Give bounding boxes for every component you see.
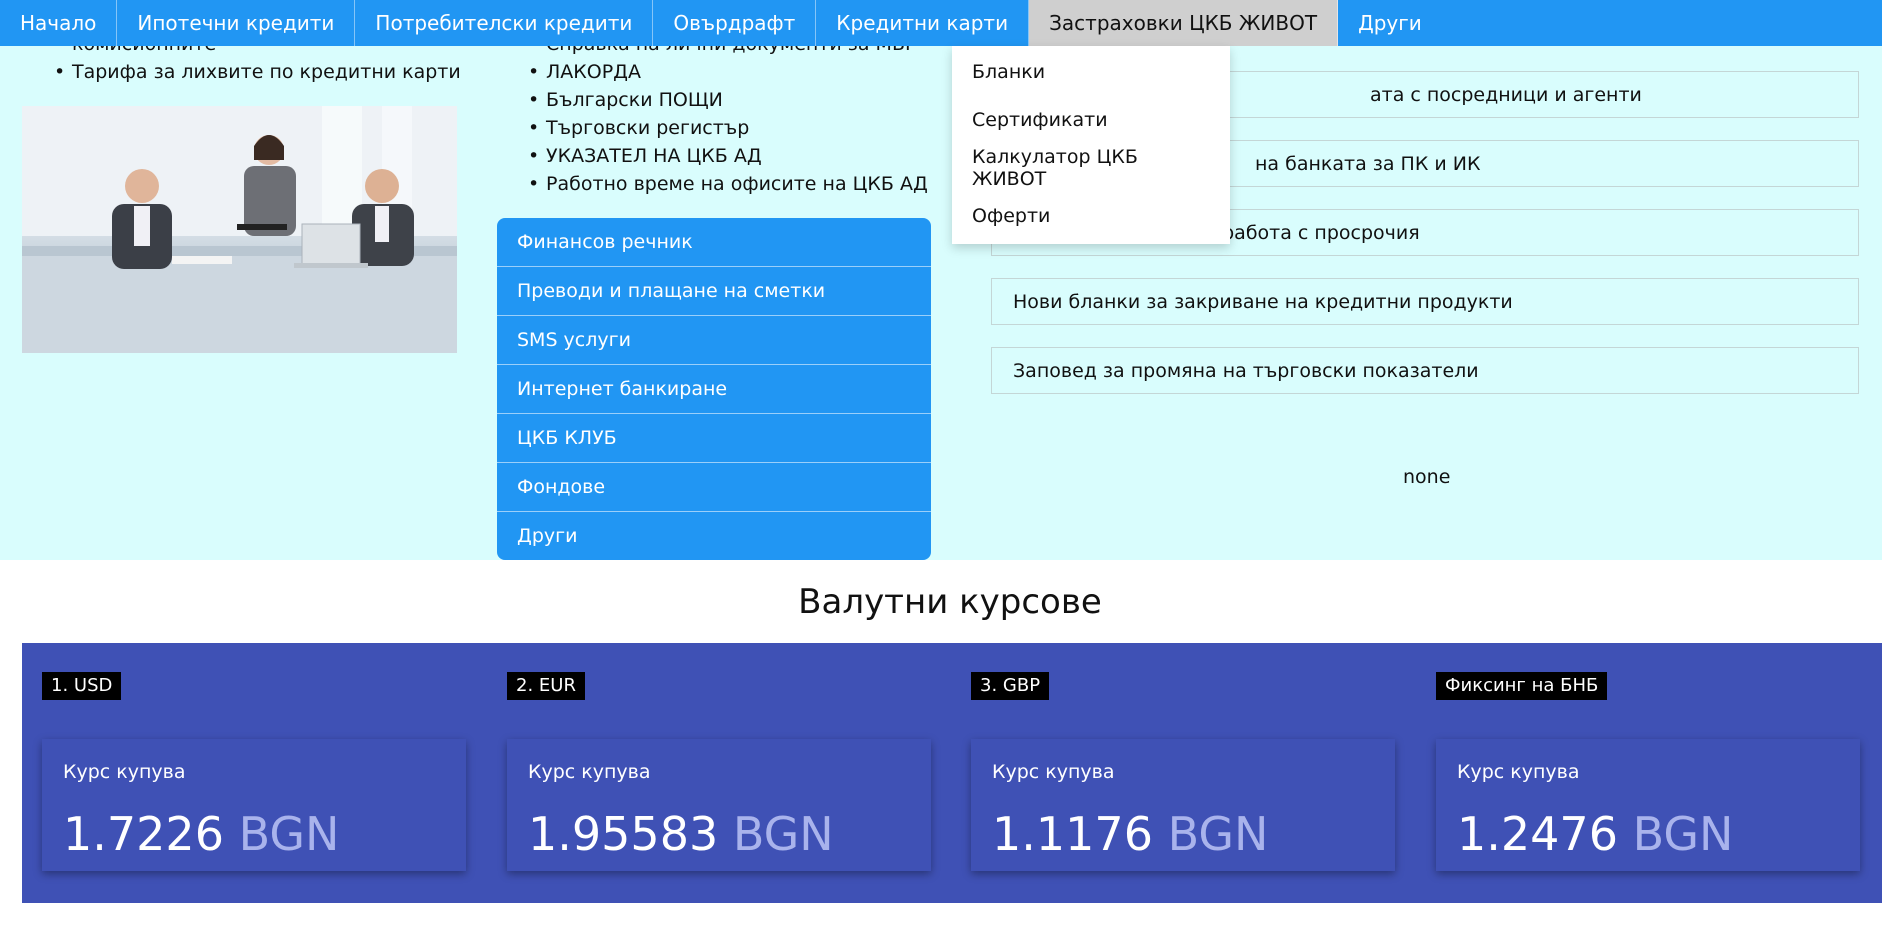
- fx-rate-label: Курс купува: [528, 761, 651, 783]
- nav-item-home[interactable]: Начало: [0, 0, 118, 46]
- dropdown-item-certificates[interactable]: Сертификати: [952, 96, 1230, 144]
- middle-bullet-list: Справка на лични документи за МВР ЛАКОРД…: [528, 30, 928, 198]
- nav-item-consumer-loans[interactable]: Потребителски кредити: [355, 0, 654, 46]
- exchange-rates-title: Валутни курсове: [798, 582, 1102, 622]
- side-menu-item-sms[interactable]: SMS услуги: [497, 316, 931, 365]
- none-placeholder-text: none: [1403, 466, 1451, 488]
- side-menu-item-dictionary[interactable]: Финансов речник: [497, 218, 931, 267]
- main-navigation: Начало Ипотечни кредити Потребителски кр…: [0, 0, 1882, 46]
- fx-rate-value: 1.1176 BGN: [992, 807, 1269, 861]
- fx-rate-card: Курс купува 1.1176 BGN: [971, 739, 1395, 871]
- fx-rate-card: Курс купува 1.2476 BGN: [1436, 739, 1860, 871]
- nav-item-other[interactable]: Други: [1338, 0, 1442, 46]
- fx-rate-unit: BGN: [1167, 807, 1269, 861]
- fx-currency-label: 1. USD: [42, 672, 122, 700]
- list-item[interactable]: Работно време на офисите на ЦКБ АД: [528, 170, 928, 198]
- content-band: комисионните Тарифа за лихвите по кредит…: [0, 30, 1882, 560]
- nav-item-overdraft[interactable]: Овърдрафт: [653, 0, 817, 46]
- fx-rate-card: Курс купува 1.7226 BGN: [42, 739, 466, 871]
- news-item[interactable]: Нови бланки за закриване на кредитни про…: [991, 278, 1859, 325]
- fx-rate-value: 1.2476 BGN: [1457, 807, 1734, 861]
- services-side-menu: Финансов речник Преводи и плащане на сме…: [497, 218, 931, 560]
- news-item[interactable]: Заповед за промяна на търговски показате…: [991, 347, 1859, 394]
- fx-rate-unit: BGN: [238, 807, 340, 861]
- side-menu-item-internet-banking[interactable]: Интернет банкиране: [497, 365, 931, 414]
- insurance-dropdown-menu: Бланки Сертификати Калкулатор ЦКБ ЖИВОТ …: [952, 46, 1230, 244]
- list-item[interactable]: УКАЗАТЕЛ НА ЦКБ АД: [528, 142, 928, 170]
- nav-item-insurance[interactable]: Застраховки ЦКБ ЖИВОТ: [1029, 0, 1339, 46]
- fx-rate-label: Курс купува: [63, 761, 186, 783]
- list-item[interactable]: ЛАКОРДА: [528, 58, 928, 86]
- business-meeting-photo: [22, 106, 457, 353]
- exchange-rates-panel: 1. USD Курс купува 1.7226 BGN 2. EUR Кур…: [22, 643, 1882, 903]
- fx-rate-label: Курс купува: [1457, 761, 1580, 783]
- side-menu-item-funds[interactable]: Фондове: [497, 463, 931, 512]
- fx-rate-unit: BGN: [1632, 807, 1734, 861]
- fx-currency-label: 2. EUR: [507, 672, 585, 700]
- fx-rate-value: 1.95583 BGN: [528, 807, 834, 861]
- fx-rate-card: Курс купува 1.95583 BGN: [507, 739, 931, 871]
- nav-item-mortgage-loans[interactable]: Ипотечни кредити: [117, 0, 356, 46]
- dropdown-item-calculator[interactable]: Калкулатор ЦКБ ЖИВОТ: [952, 144, 1230, 192]
- fx-rate-value: 1.7226 BGN: [63, 807, 340, 861]
- list-item[interactable]: Български ПОЩИ: [528, 86, 928, 114]
- dropdown-item-forms[interactable]: Бланки: [952, 48, 1230, 96]
- fx-rate-label: Курс купува: [992, 761, 1115, 783]
- side-menu-item-transfers[interactable]: Преводи и плащане на сметки: [497, 267, 931, 316]
- fx-rate-unit: BGN: [732, 807, 834, 861]
- list-item[interactable]: Търговски регистър: [528, 114, 928, 142]
- fx-currency-label: 3. GBP: [971, 672, 1050, 700]
- dropdown-item-offers[interactable]: Оферти: [952, 192, 1230, 240]
- side-menu-item-other[interactable]: Други: [497, 512, 931, 560]
- side-menu-item-club[interactable]: ЦКБ КЛУБ: [497, 414, 931, 463]
- fx-currency-label: Фиксинг на БНБ: [1436, 672, 1608, 700]
- list-item[interactable]: Тарифа за лихвите по кредитни карти: [54, 58, 461, 86]
- nav-item-credit-cards[interactable]: Кредитни карти: [816, 0, 1030, 46]
